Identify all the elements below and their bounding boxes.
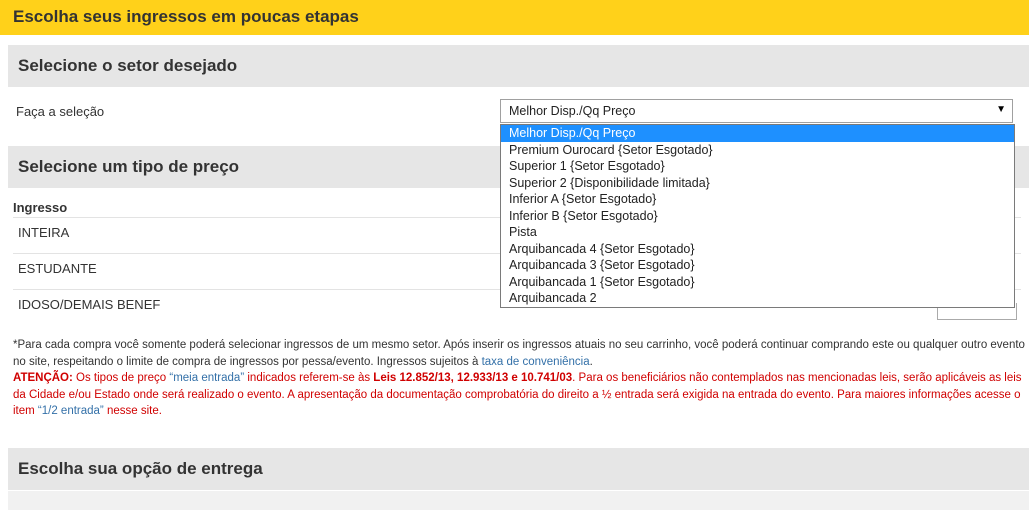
sector-select[interactable]: Melhor Disp./Qq Preço ▼ bbox=[500, 99, 1013, 123]
sector-select-value: Melhor Disp./Qq Preço bbox=[509, 104, 636, 118]
price-row-label: INTEIRA bbox=[18, 225, 70, 240]
notes-text: nesse site. bbox=[103, 405, 162, 417]
meia-entrada-term: “meia entrada” bbox=[169, 372, 245, 384]
option-label: Inferior B {Setor Esgotado} bbox=[509, 208, 658, 223]
dropdown-option[interactable]: Inferior A {Setor Esgotado} bbox=[501, 191, 1014, 208]
dropdown-option[interactable]: Superior 1 {Setor Esgotado} bbox=[501, 158, 1014, 175]
attention-label: ATENÇÃO: bbox=[13, 372, 73, 384]
dropdown-arrow-icon[interactable]: ▼ bbox=[996, 104, 1006, 115]
dropdown-option[interactable]: Premium Ourocard {Setor Esgotado} bbox=[501, 142, 1014, 159]
option-label: Premium Ourocard {Setor Esgotado} bbox=[509, 142, 713, 157]
sector-dropdown-list[interactable]: Melhor Disp./Qq Preço Premium Ourocard {… bbox=[500, 124, 1015, 308]
option-label: Arquibancada 4 {Setor Esgotado} bbox=[509, 241, 695, 256]
option-label: Arquibancada 1 {Setor Esgotado} bbox=[509, 274, 695, 289]
notes-text: indicados referem-se às bbox=[244, 372, 374, 384]
price-heading: Selecione um tipo de preço bbox=[18, 157, 240, 176]
sector-section-header: Selecione o setor desejado bbox=[8, 45, 1029, 87]
sector-heading: Selecione o setor desejado bbox=[18, 56, 238, 75]
delivery-content bbox=[8, 491, 1029, 510]
dropdown-option[interactable]: Melhor Disp./Qq Preço bbox=[501, 125, 1014, 142]
option-label: Superior 2 {Disponibilidade limitada} bbox=[509, 175, 710, 190]
delivery-section-header: Escolha sua opção de entrega bbox=[8, 448, 1029, 490]
dropdown-option[interactable]: Inferior B {Setor Esgotado} bbox=[501, 208, 1014, 225]
option-label: Superior 1 {Setor Esgotado} bbox=[509, 159, 665, 173]
page-title: Escolha seus ingressos em poucas etapas bbox=[13, 7, 359, 26]
option-label: Arquibancada 2 bbox=[509, 291, 597, 305]
laws-text: Leis 12.852/13, 12.933/13 e 10.741/03 bbox=[373, 372, 573, 384]
dropdown-option[interactable]: Arquibancada 2 bbox=[501, 290, 1014, 307]
purchase-notes: *Para cada compra você somente poderá se… bbox=[13, 337, 1025, 420]
price-row-label: ESTUDANTE bbox=[18, 261, 97, 276]
dropdown-option[interactable]: Arquibancada 1 {Setor Esgotado} bbox=[501, 274, 1014, 291]
dropdown-option[interactable]: Superior 2 {Disponibilidade limitada} bbox=[501, 175, 1014, 192]
option-label: Inferior A {Setor Esgotado} bbox=[509, 192, 657, 206]
convenience-fee-link[interactable]: taxa de conveniência bbox=[482, 356, 590, 368]
option-label: Melhor Disp./Qq Preço bbox=[509, 126, 636, 140]
price-row-label: IDOSO/DEMAIS BENEF bbox=[18, 297, 161, 312]
option-label: Pista bbox=[509, 225, 537, 239]
notes-text: Os tipos de preço bbox=[72, 372, 170, 384]
top-banner: Escolha seus ingressos em poucas etapas bbox=[0, 0, 1029, 35]
notes-text: . bbox=[589, 355, 593, 368]
ingresso-column-header: Ingresso bbox=[13, 200, 68, 215]
selection-label: Faça a seleção bbox=[16, 104, 105, 119]
half-entry-term: “1/2 entrada” bbox=[37, 405, 104, 417]
option-label: Arquibancada 3 {Setor Esgotado} bbox=[509, 258, 695, 272]
dropdown-option[interactable]: Pista bbox=[501, 224, 1014, 241]
dropdown-option[interactable]: Arquibancada 3 {Setor Esgotado} bbox=[501, 257, 1014, 274]
delivery-heading: Escolha sua opção de entrega bbox=[18, 459, 263, 478]
dropdown-option[interactable]: Arquibancada 4 {Setor Esgotado} bbox=[501, 241, 1014, 258]
